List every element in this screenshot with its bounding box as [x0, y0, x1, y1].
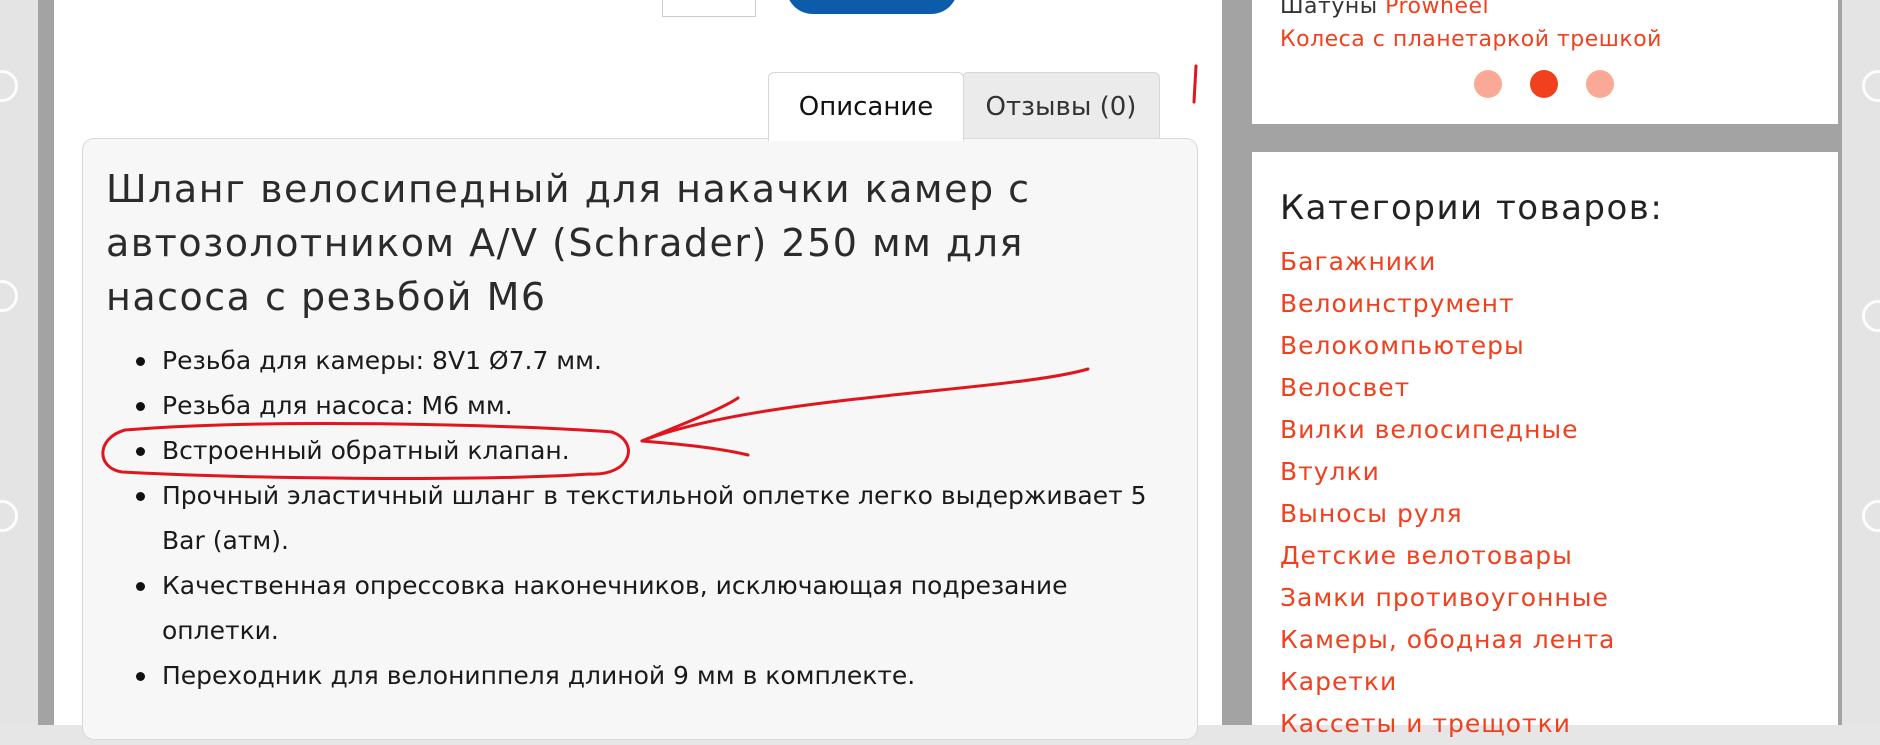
- slider-dot[interactable]: [1586, 70, 1614, 98]
- page-gutter-right: [1838, 0, 1842, 725]
- page-gutter-middle: [1222, 0, 1252, 725]
- background-pattern-right: [1842, 0, 1880, 725]
- category-item: Каретки: [1280, 661, 1615, 703]
- category-link[interactable]: Вилки велосипедные: [1280, 415, 1579, 444]
- tab-reviews[interactable]: Отзывы (0): [962, 72, 1160, 141]
- category-link[interactable]: Велосвет: [1280, 373, 1410, 402]
- category-item: Вилки велосипедные: [1280, 409, 1615, 451]
- category-link[interactable]: Замки противоугонные: [1280, 583, 1609, 612]
- background-pattern-left: [0, 0, 38, 725]
- feature-item: Резьба для камеры: 8V1 Ø7.7 мм.: [106, 338, 1176, 383]
- category-item: Камеры, ободная лента: [1280, 619, 1615, 661]
- slider-dot[interactable]: [1474, 70, 1502, 98]
- category-link[interactable]: Детские велотовары: [1280, 541, 1573, 570]
- slider-dot-active[interactable]: [1530, 70, 1558, 98]
- feature-item: Прочный эластичный шланг в текстильной о…: [106, 473, 1176, 563]
- category-item: Выносы руля: [1280, 493, 1615, 535]
- sidebar-recent-link[interactable]: Колеса с планетаркой трешкой: [1280, 27, 1662, 52]
- category-item: Велоинструмент: [1280, 283, 1615, 325]
- category-item: Кассеты и трещотки: [1280, 703, 1615, 745]
- category-link[interactable]: Выносы руля: [1280, 499, 1463, 528]
- category-item: Велокомпьютеры: [1280, 325, 1615, 367]
- category-item: Детские велотовары: [1280, 535, 1615, 577]
- bicycle-pattern-icon: [0, 500, 18, 532]
- category-link[interactable]: Втулки: [1280, 457, 1380, 486]
- bicycle-pattern-icon: [1862, 300, 1880, 332]
- category-item: Замки противоугонные: [1280, 577, 1615, 619]
- category-item: Багажники: [1280, 241, 1615, 283]
- quantity-input[interactable]: [662, 0, 756, 17]
- category-item: Велосвет: [1280, 367, 1615, 409]
- categories-title: Категории товаров:: [1280, 188, 1664, 228]
- bicycle-pattern-icon: [0, 280, 18, 312]
- category-link[interactable]: Багажники: [1280, 247, 1436, 276]
- feature-item: Встроенный обратный клапан.: [106, 428, 1176, 473]
- product-title: Шланг велосипедный для накачки камер с а…: [106, 167, 1031, 319]
- bicycle-pattern-icon: [1862, 500, 1880, 532]
- page-gutter-left: [38, 0, 54, 725]
- category-link[interactable]: Велокомпьютеры: [1280, 331, 1525, 360]
- sidebar-recent-item: Шатуны Prowheel: [1280, 0, 1489, 19]
- add-to-cart-button[interactable]: [786, 0, 958, 14]
- feature-list: Резьба для камеры: 8V1 Ø7.7 мм. Резьба д…: [106, 338, 1176, 698]
- sidebar-separator: [1252, 124, 1838, 152]
- category-link[interactable]: Каретки: [1280, 667, 1397, 696]
- feature-item: Резьба для насоса: M6 мм.: [106, 383, 1176, 428]
- category-item: Втулки: [1280, 451, 1615, 493]
- feature-item: Переходник для велониппеля длиной 9 мм в…: [106, 653, 1176, 698]
- feature-item: Качественная опрессовка наконечников, ис…: [106, 563, 1176, 653]
- bicycle-pattern-icon: [1862, 70, 1880, 102]
- category-list: Багажники Велоинструмент Велокомпьютеры …: [1280, 241, 1615, 745]
- category-link[interactable]: Камеры, ободная лента: [1280, 625, 1615, 654]
- sidebar-recent-link[interactable]: Prowheel: [1385, 0, 1489, 19]
- tab-description[interactable]: Описание: [768, 72, 964, 141]
- category-link[interactable]: Кассеты и трещотки: [1280, 709, 1571, 738]
- category-link[interactable]: Велоинструмент: [1280, 289, 1515, 318]
- bicycle-pattern-icon: [0, 70, 18, 102]
- sidebar-recent-prefix: Шатуны: [1280, 0, 1378, 19]
